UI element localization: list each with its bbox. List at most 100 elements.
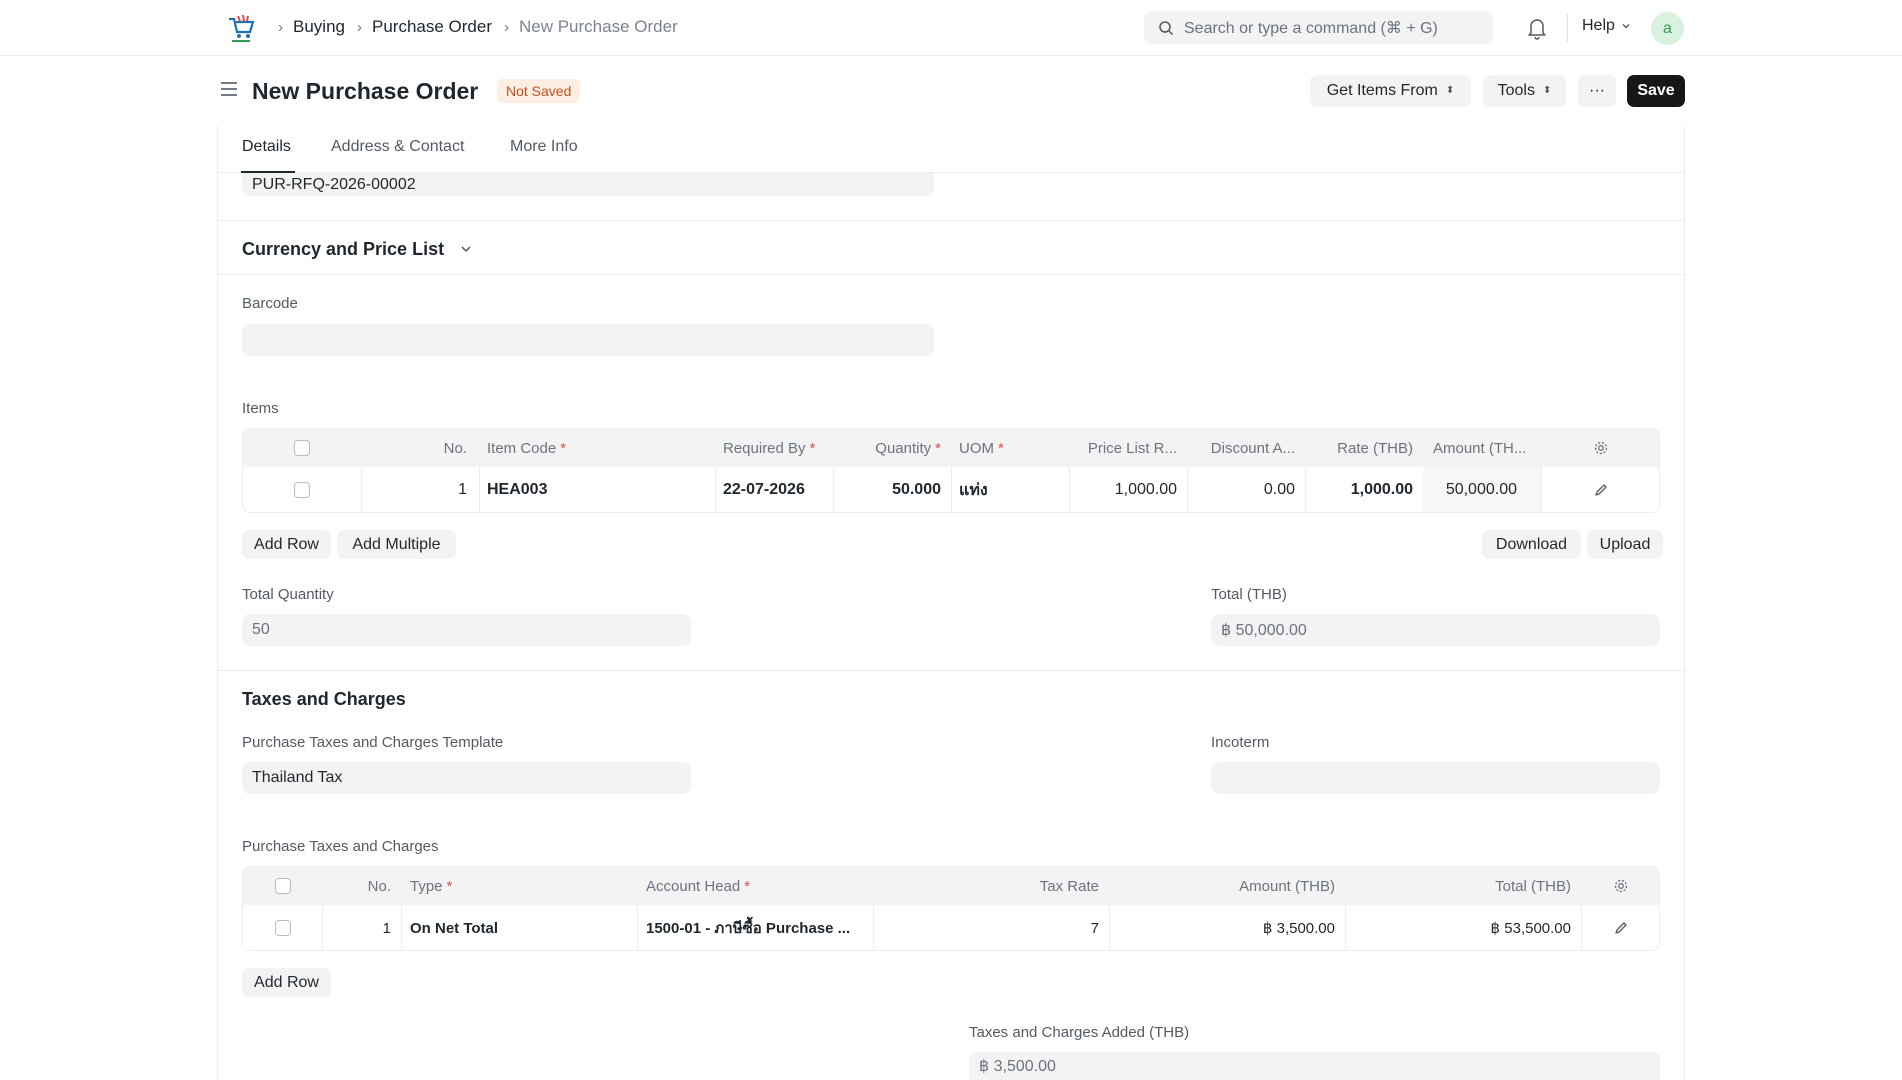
upload-button[interactable]: Upload: [1587, 530, 1663, 559]
add-row-button[interactable]: Add Row: [242, 530, 331, 559]
taxes-added-label: Taxes and Charges Added (THB): [969, 1024, 1190, 1041]
select-all-checkbox[interactable]: [243, 429, 361, 467]
column-header-type: Type *: [410, 877, 453, 895]
tab-details[interactable]: Details: [242, 138, 291, 156]
total-value: ฿ 50,000.00: [1221, 622, 1307, 639]
breadcrumb-purchase-order[interactable]: Purchase Order: [372, 17, 492, 37]
account-head-cell[interactable]: 1500-01 - ภาษีซื้อ Purchase ...: [637, 905, 873, 950]
navbar: › Buying › Purchase Order › New Purchase…: [0, 0, 1902, 56]
column-settings-icon[interactable]: [1541, 429, 1659, 467]
total-quantity-label: Total Quantity: [242, 586, 334, 603]
chevron-right-icon: ›: [503, 18, 509, 36]
row-checkbox[interactable]: [243, 905, 322, 950]
taxes-section-title: Taxes and Charges: [242, 689, 406, 709]
edit-row-icon[interactable]: [1581, 905, 1659, 950]
form-card: Details Address & Contact More Info PUR-…: [217, 126, 1685, 1080]
rate-cell[interactable]: 1,000.00: [1305, 467, 1423, 512]
chevron-right-icon: ›: [356, 18, 362, 36]
app-logo-icon[interactable]: [225, 12, 257, 44]
select-all-checkbox[interactable]: [243, 867, 322, 905]
column-header-amount: Amount (TH...: [1433, 439, 1527, 457]
help-label: Help: [1582, 17, 1615, 34]
column-header-price-list-rate: Price List R...: [1087, 439, 1177, 457]
table-row[interactable]: 1 HEA003 22-07-2026 50.000 แท่ง 1,000.00…: [243, 467, 1659, 512]
rfq-field[interactable]: PUR-RFQ-2026-00002: [242, 173, 934, 196]
table-row[interactable]: 1 On Net Total 1500-01 - ภาษีซื้อ Purcha…: [243, 905, 1659, 950]
form-tabs: Details Address & Contact More Info: [218, 126, 1684, 173]
taxes-table-header: No. Type * Account Head * Tax Rate Amount …: [243, 867, 1659, 905]
navbar-divider: [1567, 14, 1568, 42]
tax-template-input[interactable]: Thailand Tax: [242, 762, 691, 794]
row-no: 1: [382, 919, 391, 937]
avatar[interactable]: a: [1651, 12, 1684, 45]
get-items-from-label: Get Items From: [1326, 82, 1438, 99]
hamburger-menu-icon[interactable]: [220, 81, 238, 97]
breadcrumb-buying[interactable]: Buying: [293, 17, 345, 37]
currency-section-toggle[interactable]: Currency and Price List: [242, 239, 473, 260]
help-dropdown[interactable]: Help: [1582, 17, 1631, 35]
barcode-label: Barcode: [242, 295, 298, 312]
chevron-down-icon: [461, 246, 471, 253]
download-button[interactable]: Download: [1482, 530, 1581, 559]
column-header-rate: Rate (THB): [1337, 439, 1413, 457]
taxes-added-value: ฿ 3,500.00: [979, 1058, 1056, 1075]
incoterm-input[interactable]: [1211, 762, 1660, 794]
price-list-rate-cell[interactable]: 1,000.00: [1069, 467, 1187, 512]
total-field: ฿ 50,000.00: [1211, 614, 1660, 646]
sort-updown-icon: ⬍: [1445, 85, 1455, 96]
column-header-quantity: Quantity *: [875, 439, 941, 457]
column-header-no: No.: [443, 439, 467, 457]
column-header-uom: UOM *: [959, 439, 1004, 457]
tax-amount-cell[interactable]: ฿ 3,500.00: [1109, 905, 1345, 950]
sort-updown-icon: ⬍: [1542, 85, 1552, 96]
taxes-table: No. Type * Account Head * Tax Rate Amount …: [242, 866, 1660, 951]
get-items-from-button[interactable]: Get Items From ⬍: [1310, 75, 1471, 107]
barcode-input[interactable]: [242, 324, 934, 356]
item-code-cell[interactable]: HEA003: [479, 467, 715, 512]
quantity-cell[interactable]: 50.000: [833, 467, 951, 512]
more-dots-icon: ···: [1589, 82, 1605, 99]
required-by-cell[interactable]: 22-07-2026: [715, 467, 833, 512]
column-header-amount: Amount (THB): [1239, 877, 1335, 895]
column-header-total: Total (THB): [1495, 877, 1571, 895]
discount-cell[interactable]: 0.00: [1187, 467, 1305, 512]
column-header-discount: Discount A...: [1210, 439, 1295, 457]
tax-total-cell: ฿ 53,500.00: [1490, 920, 1571, 937]
search-icon: [1159, 20, 1174, 35]
notification-bell-icon[interactable]: [1526, 16, 1548, 40]
column-header-tax-rate: Tax Rate: [1039, 877, 1099, 895]
edit-row-icon[interactable]: [1541, 467, 1659, 512]
search-input[interactable]: Search or type a command (⌘ + G): [1144, 11, 1493, 44]
row-no: 1: [458, 481, 467, 498]
row-checkbox[interactable]: [243, 467, 361, 512]
add-tax-row-button[interactable]: Add Row: [242, 968, 331, 997]
total-quantity-field: 50: [242, 614, 691, 646]
column-header-required-by: Required By *: [723, 439, 816, 457]
add-multiple-button[interactable]: Add Multiple: [337, 530, 456, 559]
items-table-header: No. Item Code * Required By * Quantity * UO…: [243, 429, 1659, 467]
breadcrumb: › Buying › Purchase Order › New Purchase…: [278, 17, 690, 37]
status-badge: Not Saved: [497, 79, 581, 103]
column-settings-icon[interactable]: [1581, 867, 1659, 905]
tax-type-cell[interactable]: On Net Total: [401, 905, 637, 950]
search-placeholder: Search or type a command (⌘ + G): [1184, 19, 1438, 37]
more-actions-button[interactable]: ···: [1578, 75, 1616, 107]
column-header-account-head: Account Head *: [646, 877, 751, 895]
section-divider: [218, 274, 1684, 275]
taxes-added-field: ฿ 3,500.00: [969, 1052, 1660, 1080]
tab-address-contact[interactable]: Address & Contact: [331, 138, 464, 156]
purchase-taxes-label: Purchase Taxes and Charges: [242, 838, 439, 855]
uom-cell[interactable]: แท่ง: [951, 467, 1069, 512]
tab-more-info[interactable]: More Info: [510, 138, 578, 156]
section-divider: [218, 220, 1684, 221]
tax-template-label: Purchase Taxes and Charges Template: [242, 734, 504, 751]
items-table: No. Item Code * Required By * Quantity * UO…: [242, 428, 1660, 513]
tax-template-value: Thailand Tax: [252, 769, 343, 786]
tools-button[interactable]: Tools ⬍: [1483, 75, 1566, 107]
breadcrumb-new-purchase-order[interactable]: New Purchase Order: [519, 17, 678, 37]
column-header-no: No.: [367, 877, 391, 895]
save-button[interactable]: Save: [1627, 75, 1685, 107]
column-header-item-code: Item Code *: [487, 439, 567, 457]
chevron-down-icon: [1622, 24, 1630, 29]
tax-rate-cell[interactable]: 7: [873, 905, 1109, 950]
